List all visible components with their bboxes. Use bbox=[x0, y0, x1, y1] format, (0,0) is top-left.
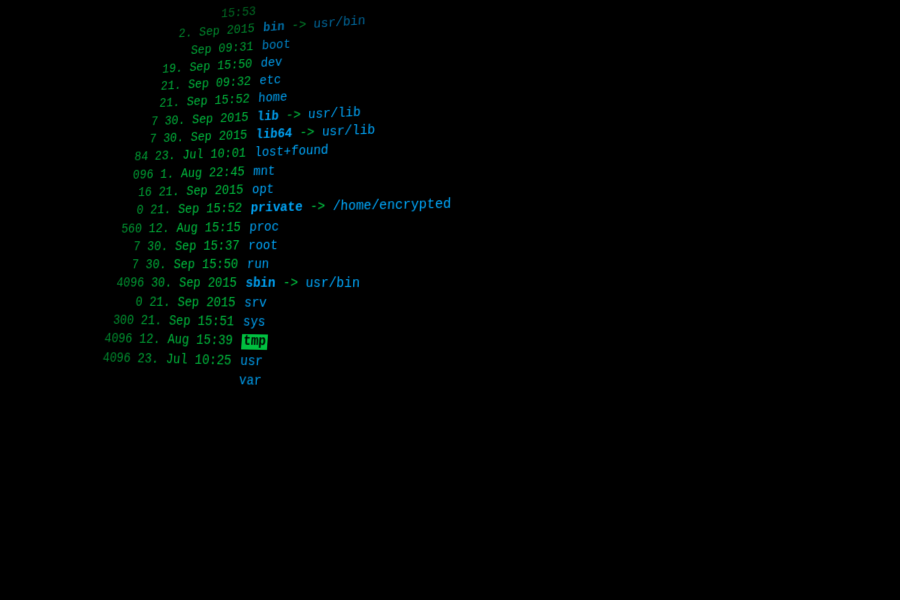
line-right: var bbox=[238, 371, 262, 391]
terminal-content: 15:532. Sep 2015bin -> usr/binSep 09:31b… bbox=[0, 0, 900, 600]
line-right: etc bbox=[259, 72, 282, 91]
terminal-window: 15:532. Sep 2015bin -> usr/binSep 09:31b… bbox=[0, 0, 900, 600]
line-right: home bbox=[258, 89, 288, 108]
line-right: boot bbox=[261, 36, 291, 56]
line-left: 7 30. Sep 15:50 bbox=[9, 256, 247, 275]
line-right: dev bbox=[260, 54, 283, 73]
line-right: usr bbox=[240, 352, 264, 372]
line-right: sys bbox=[242, 313, 266, 333]
line-right: run bbox=[246, 256, 269, 275]
line-right: private -> /home/encrypted bbox=[250, 195, 451, 218]
line-left: 0 21. Sep 2015 bbox=[5, 293, 245, 313]
line-left: 4096 30. Sep 2015 bbox=[7, 275, 246, 294]
tmp-highlight: tmp bbox=[241, 334, 268, 350]
line-right: tmp bbox=[241, 333, 268, 353]
line-right: lost+found bbox=[254, 142, 329, 163]
line-left bbox=[0, 377, 239, 384]
line-right: srv bbox=[244, 294, 268, 313]
line-right: root bbox=[247, 237, 278, 256]
line-left: 7 30. Sep 15:37 bbox=[11, 237, 249, 257]
line-right: sbin -> usr/bin bbox=[245, 275, 360, 295]
line-right: mnt bbox=[253, 162, 276, 181]
line-right: opt bbox=[251, 181, 274, 200]
line-right: proc bbox=[249, 218, 280, 237]
